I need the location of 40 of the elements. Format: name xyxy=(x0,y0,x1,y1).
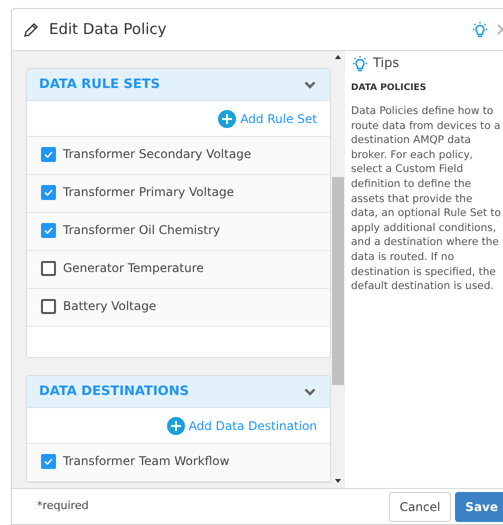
row-label: Transformer Team Workflow xyxy=(63,454,230,469)
list-row[interactable]: Transformer Secondary Voltage xyxy=(27,137,330,175)
list-row[interactable]: Battery Voltage xyxy=(27,289,330,327)
tips-heading: DATA POLICIES xyxy=(351,82,428,94)
checkmark-icon xyxy=(43,187,54,198)
scroll-down-icon[interactable] xyxy=(334,478,342,484)
checkbox[interactable] xyxy=(41,454,56,469)
row-label: Transformer Oil Chemistry xyxy=(63,223,220,238)
list-row[interactable]: Generator Temperature xyxy=(27,251,330,289)
section-title: DATA DESTINATIONS xyxy=(39,382,189,401)
row-label: Transformer Secondary Voltage xyxy=(63,147,252,162)
checkbox[interactable] xyxy=(41,223,56,238)
plus-icon xyxy=(218,110,236,128)
row-label: Generator Temperature xyxy=(63,261,204,276)
checkbox[interactable] xyxy=(41,147,56,162)
tips-title: Tips xyxy=(373,55,400,73)
required-note: *required xyxy=(37,498,89,514)
checkbox[interactable] xyxy=(41,261,56,276)
lightbulb-icon xyxy=(471,20,489,38)
chevron-icon xyxy=(304,80,316,88)
checkmark-icon xyxy=(43,149,54,160)
row-label: Battery Voltage xyxy=(63,299,156,314)
lightbulb-icon xyxy=(351,54,369,73)
scroll-up-icon[interactable] xyxy=(334,54,342,60)
section-title: DATA RULE SETS xyxy=(39,76,160,94)
checkbox[interactable] xyxy=(41,185,56,200)
window-title: Edit Data Policy xyxy=(49,19,167,40)
cancel-button[interactable]: Cancel xyxy=(388,492,452,522)
checkmark-icon xyxy=(43,225,54,236)
pencil-icon xyxy=(23,22,39,38)
save-button[interactable]: Save xyxy=(455,492,503,522)
row-label: Transformer Primary Voltage xyxy=(63,185,234,200)
list-row[interactable]: Transformer Team Workflow xyxy=(27,444,330,482)
chevron-icon xyxy=(304,388,316,396)
list-row[interactable]: Transformer Oil Chemistry xyxy=(27,213,330,251)
plus-icon xyxy=(166,416,185,434)
checkbox[interactable] xyxy=(41,299,56,314)
tips-text: Data Policies define how to route data from devices to a destination AMQP data broker. For each policy, select a Custom Field definition to define the assets that provide the data, an optional Rule Set to apply additional conditions, and a destination where the data is routed. If no destination is specified, the default destination is used. xyxy=(351,104,502,294)
list-row[interactable]: Transformer Primary Voltage xyxy=(27,175,330,213)
checkmark-icon xyxy=(43,456,54,467)
